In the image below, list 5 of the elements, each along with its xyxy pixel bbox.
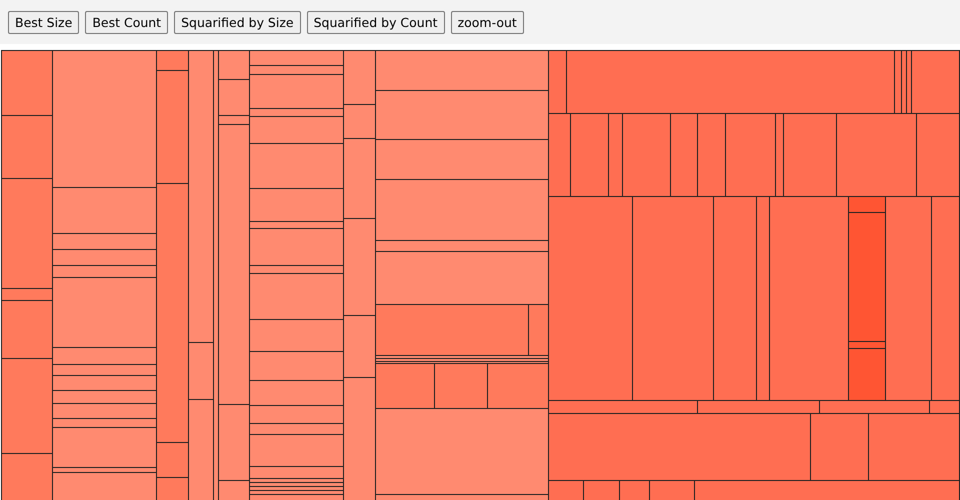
toolbar-button[interactable]: Squarified by Count [306, 11, 445, 34]
toolbar-button[interactable]: Best Count [85, 11, 168, 34]
toolbar-button[interactable]: Squarified by Size [174, 11, 301, 34]
toolbar-button[interactable]: zoom-out [450, 11, 524, 34]
toolbar-button[interactable]: Best Size [8, 11, 80, 34]
